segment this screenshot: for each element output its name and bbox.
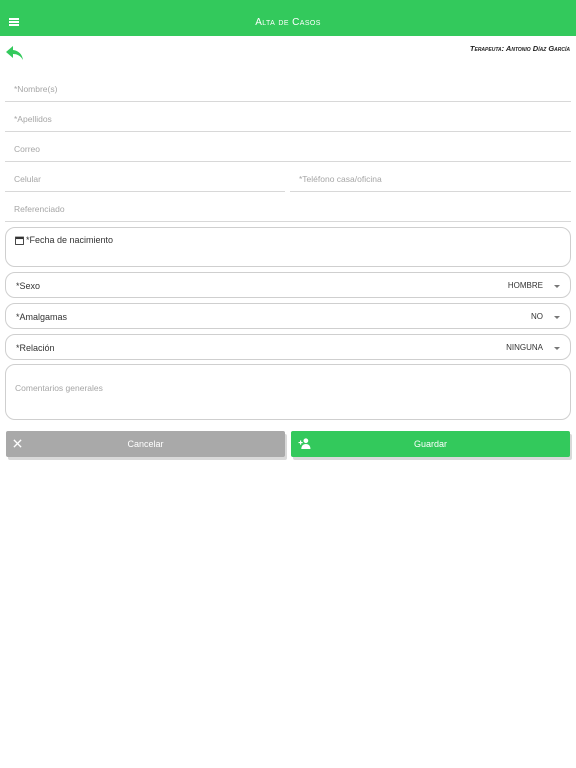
relacion-value: NINGUNA bbox=[506, 343, 543, 352]
comentarios-placeholder: Comentarios generales bbox=[15, 383, 103, 393]
relacion-select[interactable]: *Relación NINGUNA bbox=[5, 334, 571, 360]
sexo-select[interactable]: *Sexo HOMBRE bbox=[5, 272, 571, 298]
apellidos-field[interactable]: *Apellidos bbox=[5, 101, 571, 132]
celular-placeholder: Celular bbox=[14, 174, 41, 184]
amalgamas-value: NO bbox=[531, 312, 543, 321]
top-app-bar: Alta de Casos bbox=[0, 0, 576, 36]
apellidos-placeholder: *Apellidos bbox=[14, 114, 52, 124]
birthdate-label: *Fecha de nacimiento bbox=[26, 235, 114, 245]
cancel-label: Cancelar bbox=[127, 439, 164, 449]
referenciado-placeholder: Referenciado bbox=[14, 204, 65, 214]
correo-placeholder: Correo bbox=[14, 144, 40, 154]
back-reply-icon[interactable] bbox=[5, 44, 25, 62]
therapist-name: Terapeuta: Antonio Díaz García bbox=[469, 44, 570, 53]
chevron-down-icon bbox=[554, 347, 560, 350]
nombre-field[interactable]: *Nombre(s) bbox=[5, 71, 571, 102]
nombre-placeholder: *Nombre(s) bbox=[14, 84, 58, 94]
relacion-label: *Relación bbox=[16, 343, 55, 353]
chevron-down-icon bbox=[554, 316, 560, 319]
save-button[interactable]: Guardar bbox=[291, 431, 570, 457]
calendar-icon bbox=[15, 236, 24, 245]
page-title: Alta de Casos bbox=[255, 17, 321, 28]
amalgamas-label: *Amalgamas bbox=[16, 312, 68, 322]
birthdate-picker[interactable]: *Fecha de nacimiento bbox=[5, 227, 571, 267]
sexo-label: *Sexo bbox=[16, 281, 41, 291]
telefono-placeholder: *Teléfono casa/oficina bbox=[299, 174, 382, 184]
telefono-field[interactable]: *Teléfono casa/oficina bbox=[290, 161, 571, 192]
amalgamas-select[interactable]: *Amalgamas NO bbox=[5, 303, 571, 329]
comentarios-textarea[interactable]: Comentarios generales bbox=[5, 364, 571, 420]
save-label: Guardar bbox=[413, 439, 448, 449]
referenciado-field[interactable]: Referenciado bbox=[5, 191, 571, 222]
sexo-value: HOMBRE bbox=[507, 281, 543, 290]
chevron-down-icon bbox=[554, 285, 560, 288]
correo-field[interactable]: Correo bbox=[5, 131, 571, 162]
cancel-button[interactable]: Cancelar bbox=[6, 431, 285, 457]
celular-field[interactable]: Celular bbox=[5, 161, 285, 192]
